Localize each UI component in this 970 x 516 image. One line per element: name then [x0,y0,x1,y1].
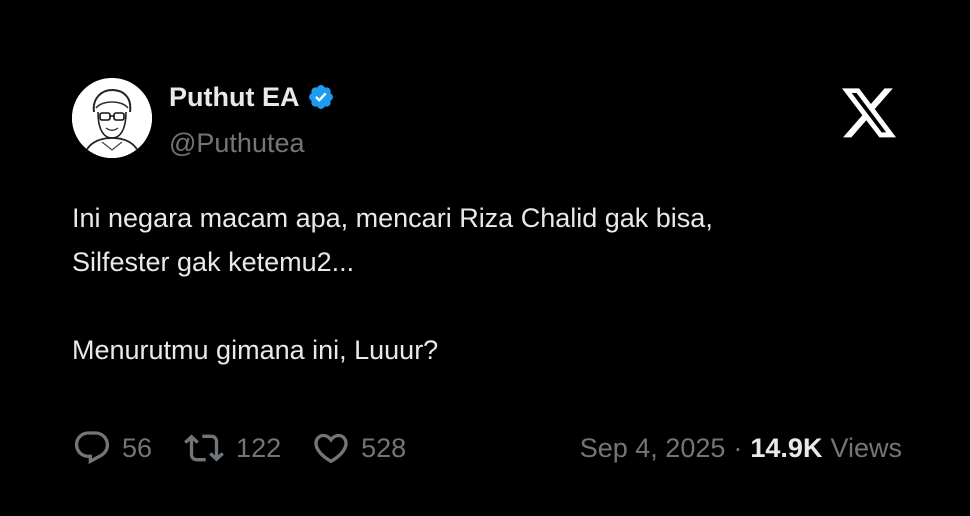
like-icon [311,428,351,468]
reply-icon [72,428,112,468]
tweet-text: Ini negara macam apa, mencari Riza Chali… [72,196,892,372]
tweet-card: Puthut EA @Puthutea Ini negara macam apa… [0,0,970,516]
tweet-meta: Sep 4, 2025 · 14.9K Views [580,433,902,464]
tweet-date[interactable]: Sep 4, 2025 [580,433,726,464]
reply-button[interactable]: 56 [72,428,152,468]
tweet-line: Ini negara macam apa, mencari Riza Chali… [72,203,713,233]
verified-badge-icon [307,83,335,111]
like-button[interactable]: 528 [311,428,406,468]
author-name-row: Puthut EA [169,80,335,114]
retweet-count: 122 [236,432,282,463]
views-label: Views [830,432,902,463]
avatar-sketch-icon [72,78,152,158]
like-count: 528 [361,432,407,463]
meta-separator: · [733,432,743,463]
retweet-icon [182,428,226,468]
tweet-footer: 56 122 528 Sep 4, 2025 · 14.9K Views [72,428,902,468]
author-display-name[interactable]: Puthut EA [169,80,299,114]
views-count: 14.9K [750,432,823,463]
tweet-line: Menurutmu gimana ini, Luuur? [72,335,439,365]
x-logo-icon[interactable] [842,88,898,140]
tweet-line: Silfester gak ketemu2... [72,247,355,277]
retweet-button[interactable]: 122 [182,428,281,468]
reply-count: 56 [122,432,153,463]
avatar[interactable] [72,78,152,158]
author-handle[interactable]: @Puthutea [169,126,305,160]
